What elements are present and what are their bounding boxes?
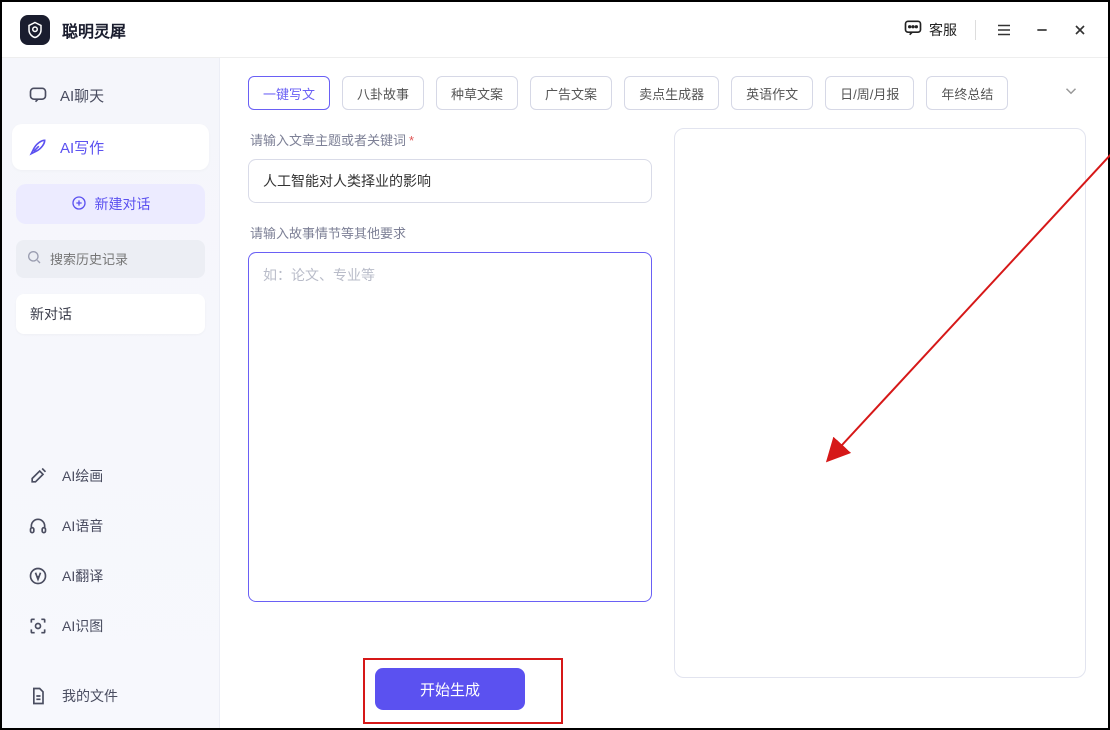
detail-label: 请输入故事情节等其他要求 [250,223,652,242]
topic-label: 请输入文章主题或者关键词* [250,130,652,149]
sidebar-item-chat[interactable]: AI聊天 [12,72,209,118]
app-title: 聪明灵犀 [62,18,126,42]
image-scan-icon [28,616,48,636]
brush-icon [28,466,48,486]
app-logo [20,15,50,45]
sidebar-tool-translate[interactable]: AI翻译 [12,554,209,598]
chip-report[interactable]: 日/周/月报 [825,76,914,110]
sidebar-tool-voice[interactable]: AI语音 [12,504,209,548]
sidebar-tool-draw[interactable]: AI绘画 [12,454,209,498]
chip-yearend[interactable]: 年终总结 [926,76,1008,110]
titlebar: 聪明灵犀 客服 [2,2,1108,58]
new-conversation-label: 新建对话 [95,194,151,214]
chat-bubble-icon [903,18,923,41]
main-area: 一键写文 八卦故事 种草文案 广告文案 卖点生成器 英语作文 日/周/月报 年终… [220,58,1108,728]
conversation-item[interactable]: 新对话 [16,294,205,334]
tool-label: AI语音 [62,516,103,536]
tool-label: AI识图 [62,616,103,636]
chip-english[interactable]: 英语作文 [731,76,813,110]
conversation-label: 新对话 [30,304,72,324]
headphones-icon [28,516,48,536]
generate-button[interactable]: 开始生成 [375,668,525,710]
chip-onekey[interactable]: 一键写文 [248,76,330,110]
search-icon [26,249,42,270]
file-icon [28,686,48,706]
chip-zhongcao[interactable]: 种草文案 [436,76,518,110]
required-star: * [409,133,414,148]
sidebar: AI聊天 AI写作 新建对话 [2,58,220,728]
titlebar-left: 聪明灵犀 [20,15,126,45]
chip-label: 八卦故事 [357,84,409,103]
plus-circle-icon [71,195,87,214]
minimize-button[interactable] [1032,20,1052,40]
chip-label: 英语作文 [746,84,798,103]
detail-label-text: 请输入故事情节等其他要求 [250,226,406,241]
customer-service-label: 客服 [929,20,957,40]
topic-label-text: 请输入文章主题或者关键词 [250,133,406,148]
tool-label: AI翻译 [62,566,103,586]
chip-label: 卖点生成器 [639,84,704,103]
titlebar-right: 客服 [903,18,1090,41]
sidebar-item-writing[interactable]: AI写作 [12,124,209,170]
generate-label: 开始生成 [420,679,480,700]
sidebar-tool-image[interactable]: AI识图 [12,604,209,648]
sidebar-item-label: AI写作 [60,137,104,158]
template-chips: 一键写文 八卦故事 种草文案 广告文案 卖点生成器 英语作文 日/周/月报 年终… [248,76,1086,110]
files-label: 我的文件 [62,686,118,706]
chip-label: 广告文案 [545,84,597,103]
chip-label: 种草文案 [451,84,503,103]
form-column: 请输入文章主题或者关键词* 请输入故事情节等其他要求 开始生成 [248,128,652,710]
translate-icon [28,566,48,586]
feather-icon [28,137,48,157]
chips-expand-button[interactable] [1056,78,1086,109]
chip-label: 日/周/月报 [840,84,899,103]
titlebar-divider [975,20,976,40]
sidebar-my-files[interactable]: 我的文件 [12,674,209,718]
tool-label: AI绘画 [62,466,103,486]
sidebar-item-label: AI聊天 [60,85,104,106]
chip-gossip[interactable]: 八卦故事 [342,76,424,110]
chip-advert[interactable]: 广告文案 [530,76,612,110]
close-button[interactable] [1070,20,1090,40]
search-box[interactable] [16,240,205,278]
chip-label: 一键写文 [263,84,315,103]
chip-sellingpoint[interactable]: 卖点生成器 [624,76,719,110]
customer-service-button[interactable]: 客服 [903,18,957,41]
chip-label: 年终总结 [941,84,993,103]
output-panel [674,128,1086,678]
chat-icon [28,85,48,105]
new-conversation-button[interactable]: 新建对话 [16,184,205,224]
menu-button[interactable] [994,20,1014,40]
topic-input[interactable] [248,159,652,203]
detail-textarea[interactable] [248,252,652,602]
chevron-down-icon [1062,87,1080,104]
generate-row: 开始生成 [248,668,652,710]
search-input[interactable] [50,252,195,267]
